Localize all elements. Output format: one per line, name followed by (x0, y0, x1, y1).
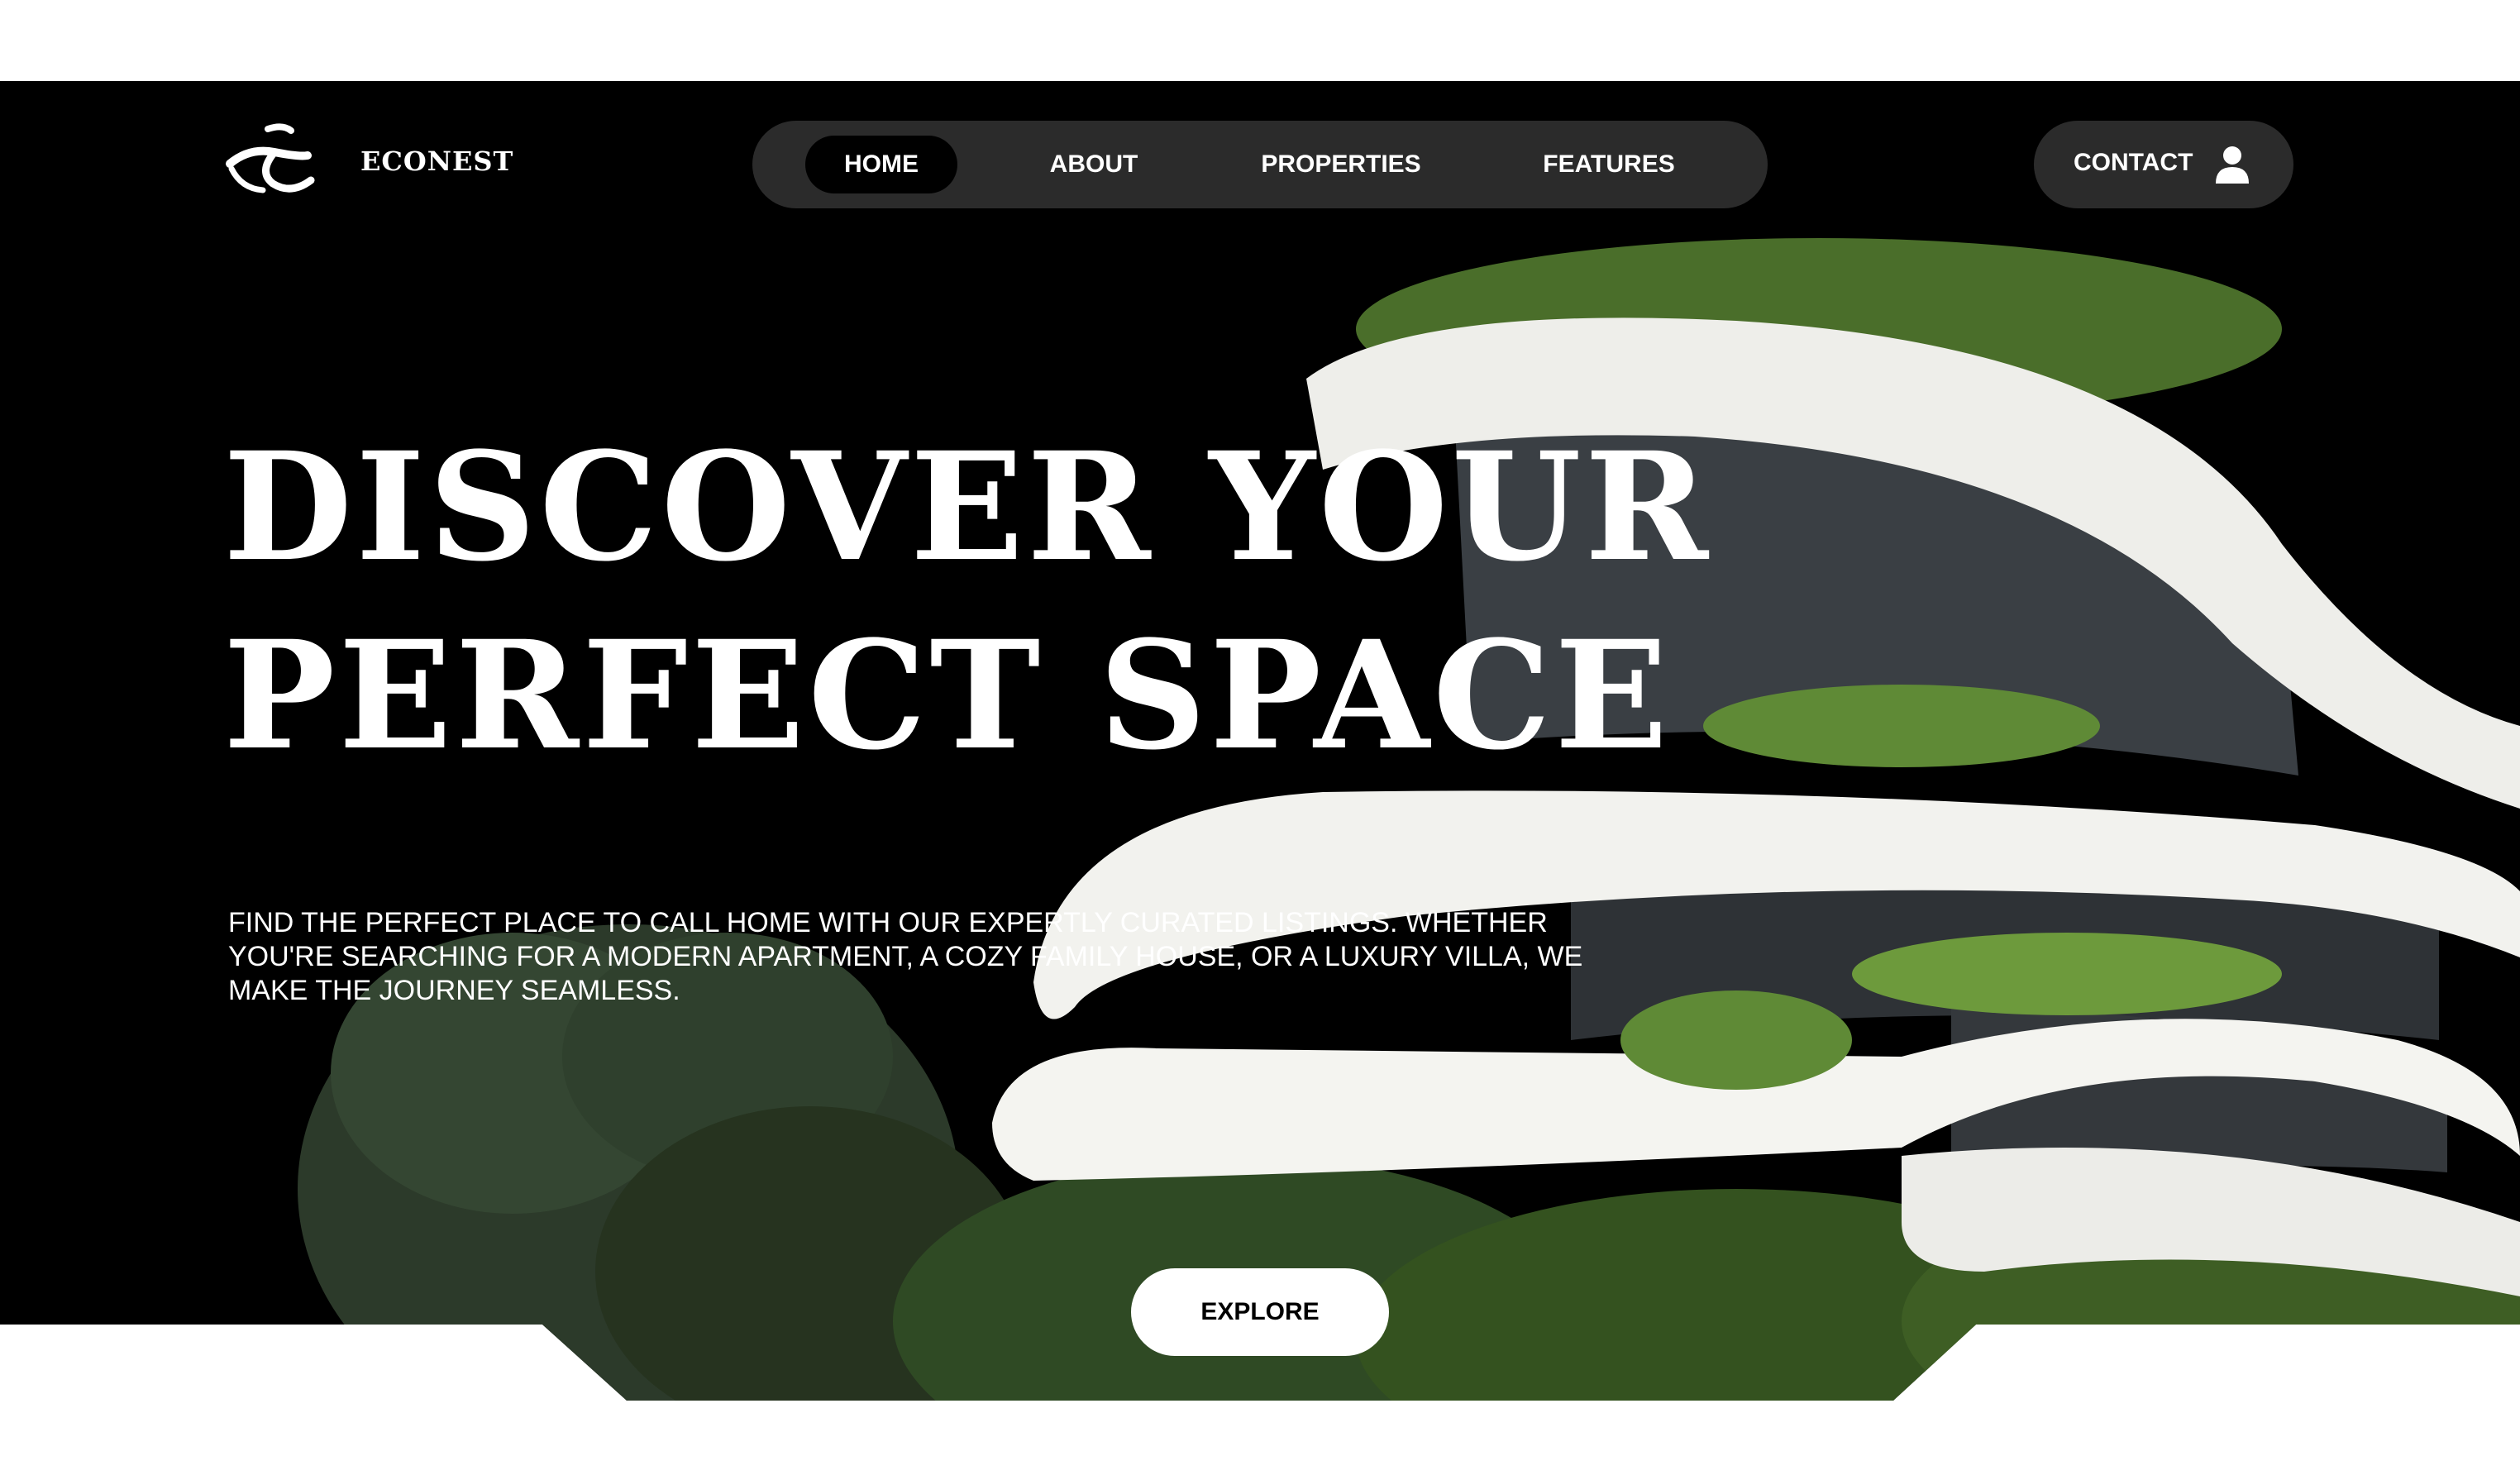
contact-label: CONTACT (2074, 149, 2193, 176)
nav-item-about[interactable]: ABOUT (1025, 136, 1162, 193)
main-nav: HOME ABOUT PROPERTIES FEATURES (752, 121, 1768, 208)
brand-name[interactable]: ECONEST (360, 146, 513, 177)
logo-icon[interactable] (225, 122, 317, 197)
hero-title-line2: PERFECT SPACE (223, 609, 1672, 783)
hero-description: FIND THE PERFECT PLACE TO CALL HOME WITH… (228, 907, 1583, 1006)
explore-button[interactable]: EXPLORE (1131, 1268, 1389, 1356)
hero-title: DISCOVER YOUR PERFECT SPACE (223, 413, 1711, 790)
nav-item-properties[interactable]: PROPERTIES (1243, 136, 1439, 193)
user-icon (2216, 146, 2249, 184)
contact-button[interactable]: CONTACT (2034, 121, 2293, 208)
nav-item-home[interactable]: HOME (805, 136, 957, 193)
hero-title-line1: DISCOVER YOUR (223, 420, 1712, 594)
nav-item-features[interactable]: FEATURES (1513, 136, 1705, 193)
